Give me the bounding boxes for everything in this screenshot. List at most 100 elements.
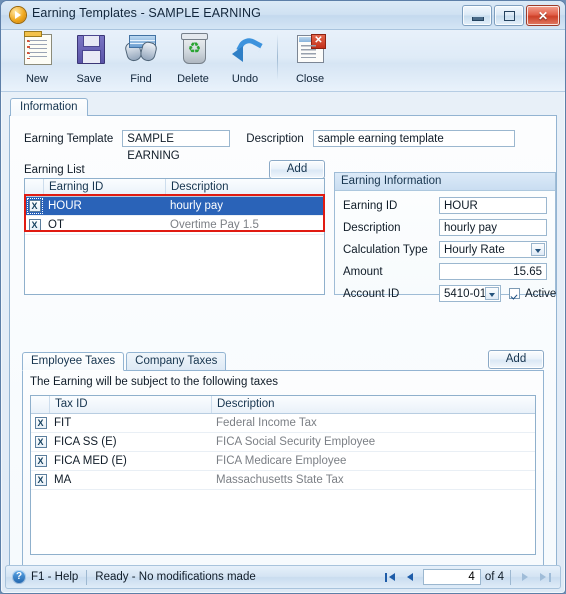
tax-row-id: FICA MED (E) (54, 455, 127, 467)
taxes-header: Tax ID Description (31, 396, 535, 414)
tab-information[interactable]: Information (10, 98, 88, 116)
tax-row-description: FICA Social Security Employee (216, 436, 376, 448)
help-section[interactable]: ? F1 - Help (6, 570, 78, 584)
earning-information-title: Earning Information (335, 173, 555, 191)
next-record-button[interactable] (517, 570, 533, 585)
table-row[interactable]: X HOUR hourly pay (25, 197, 324, 216)
delete-button[interactable]: Delete (167, 30, 219, 88)
taxes-col-id: Tax ID (50, 396, 212, 413)
current-record-input[interactable]: 4 (422, 569, 481, 585)
taxes-note: The Earning will be subject to the follo… (30, 376, 279, 388)
tax-row-description: FICA Medicare Employee (216, 455, 347, 467)
amount-input[interactable]: 15.65 (439, 263, 547, 280)
minimize-button[interactable] (462, 5, 492, 26)
add-tax-button[interactable]: Add (488, 350, 544, 369)
table-row[interactable]: X FICA SS (E) FICA Social Security Emplo… (31, 433, 535, 452)
table-row[interactable]: X FIT Federal Income Tax (31, 414, 535, 433)
undo-arrow-icon (228, 33, 262, 65)
remove-earning-icon[interactable]: X (25, 198, 44, 214)
first-record-button[interactable] (383, 570, 399, 585)
taxes-col-desc: Description (217, 398, 275, 410)
close-button-label: Close (295, 73, 325, 85)
tab-company-taxes[interactable]: Company Taxes (126, 352, 227, 371)
remove-tax-icon[interactable]: X (31, 455, 50, 467)
active-checkbox[interactable] (509, 288, 520, 299)
amount-label: Amount (343, 265, 383, 278)
earning-id-field-row: Earning ID HOUR (343, 197, 547, 214)
binoculars-icon (124, 33, 158, 65)
remove-tax-icon[interactable]: X (31, 436, 50, 448)
earning-row-description: Overtime Pay 1.5 (170, 219, 259, 231)
new-button[interactable]: New (11, 30, 63, 88)
active-label: Active (525, 287, 557, 300)
account-id-select[interactable]: 5410-01 (439, 285, 501, 302)
calculation-type-field-row: Calculation Type Hourly Rate (343, 241, 547, 258)
maximize-icon (504, 11, 515, 21)
record-count-label: of 4 (484, 571, 504, 583)
tab-employee-taxes[interactable]: Employee Taxes (22, 352, 125, 371)
title-bar: Earning Templates - SAMPLE EARNING ✕ (1, 1, 565, 30)
close-icon: ✕ (537, 8, 549, 23)
recycle-bin-icon (176, 33, 210, 65)
remove-tax-icon[interactable]: X (31, 474, 50, 486)
add-earning-button[interactable]: Add (269, 160, 325, 179)
previous-record-button[interactable] (403, 570, 419, 585)
record-navigation: 4 of 4 (383, 569, 560, 585)
earning-id-label: Earning ID (343, 199, 398, 212)
earning-list-col-select (25, 179, 44, 196)
chevron-down-icon[interactable] (531, 243, 545, 256)
delete-button-label: Delete (177, 73, 209, 85)
remove-earning-icon[interactable]: X (25, 219, 44, 231)
help-label: F1 - Help (31, 571, 79, 583)
earning-row-id: HOUR (48, 200, 82, 212)
close-window-button[interactable]: ✕ (526, 5, 560, 26)
table-row[interactable]: X FICA MED (E) FICA Medicare Employee (31, 452, 535, 471)
save-button-label: Save (76, 73, 102, 85)
table-row[interactable]: X OT Overtime Pay 1.5 (25, 216, 324, 235)
earning-description-input[interactable]: hourly pay (439, 219, 547, 236)
find-button[interactable]: Find (115, 30, 167, 88)
description-label: Description (246, 132, 304, 145)
minimize-icon (472, 17, 484, 21)
account-id-value: 5410-01 (444, 288, 487, 300)
earning-list-col-desc: Description (171, 181, 229, 193)
document-close-icon: ✕ (293, 33, 327, 65)
maximize-button[interactable] (494, 5, 524, 26)
earning-template-input[interactable]: SAMPLE EARNING (122, 130, 231, 162)
status-separator (86, 569, 88, 585)
new-button-label: New (25, 73, 48, 85)
calculation-type-select[interactable]: Hourly Rate (439, 241, 547, 258)
main-tabstrip: Information (9, 98, 557, 116)
window-controls: ✕ (462, 5, 560, 26)
close-button[interactable]: ✕ Close (284, 30, 336, 88)
earning-id-input[interactable]: HOUR (439, 197, 547, 214)
tax-row-id: FIT (54, 417, 72, 429)
information-panel: Earning Template SAMPLE EARNING Descript… (9, 115, 557, 580)
tax-row-id: FICA SS (E) (54, 436, 117, 448)
tax-row-description: Federal Income Tax (216, 417, 317, 429)
amount-field-row: Amount 15.65 (343, 263, 547, 280)
chevron-down-icon[interactable] (485, 287, 499, 300)
earning-row-description: hourly pay (170, 200, 224, 212)
earning-row-id: OT (48, 219, 64, 231)
description-input[interactable]: sample earning template (312, 130, 515, 147)
taxes-grid[interactable]: Tax ID Description X FIT Federal Income … (30, 395, 536, 555)
status-bar: ? F1 - Help Ready - No modifications mad… (5, 565, 561, 589)
earning-list-grid[interactable]: Earning ID Description X HOUR hourly pay… (24, 178, 325, 295)
earning-description-field-row: Description hourly pay (343, 219, 547, 236)
status-message: Ready - No modifications made (95, 571, 256, 583)
earning-list-caption: Earning List (24, 164, 85, 176)
employee-taxes-panel: The Earning will be subject to the follo… (22, 370, 544, 568)
calculation-type-label: Calculation Type (343, 243, 428, 256)
earning-list-header: Earning ID Description (25, 179, 324, 197)
undo-button[interactable]: Undo (219, 30, 271, 88)
last-record-button[interactable] (537, 570, 553, 585)
floppy-disk-icon (72, 33, 106, 65)
main-body: Information Earning Template SAMPLE EARN… (1, 92, 565, 580)
save-button[interactable]: Save (63, 30, 115, 88)
undo-button-label: Undo (231, 73, 259, 85)
earning-list-col-id: Earning ID (44, 179, 166, 196)
account-id-field-row: Account ID 5410-01 Active (343, 285, 556, 302)
table-row[interactable]: X MA Massachusetts State Tax (31, 471, 535, 490)
remove-tax-icon[interactable]: X (31, 417, 50, 429)
